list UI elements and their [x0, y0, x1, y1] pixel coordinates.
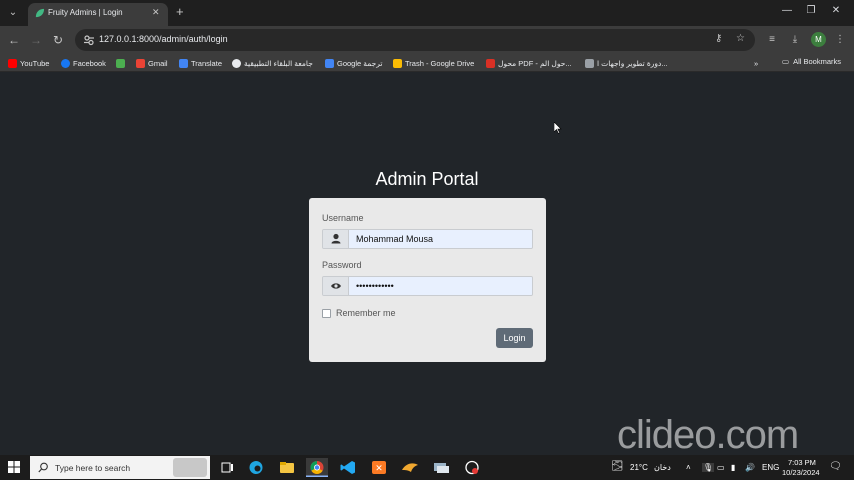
url-text: 127.0.0.1:8000/admin/auth/login — [99, 34, 228, 44]
drive-icon — [393, 58, 402, 68]
search-icon — [38, 462, 48, 473]
bookmark-university[interactable]: جامعة البلقاء التطبيقية — [232, 57, 313, 69]
bookmark-app[interactable] — [116, 57, 125, 69]
bird-app-icon[interactable] — [399, 458, 421, 477]
tab-media-icon[interactable]: ≡ — [765, 33, 779, 47]
volume-icon[interactable]: 🔊 — [745, 463, 755, 472]
user-icon — [323, 230, 349, 248]
weather-icon[interactable]: 🌫 — [611, 461, 624, 472]
gmail-icon — [136, 58, 145, 68]
bookmark-facebook[interactable]: Facebook — [61, 57, 106, 69]
reload-icon[interactable]: ↻ — [50, 32, 66, 48]
minimize-icon[interactable]: — — [779, 5, 795, 16]
battery-icon[interactable]: ▮ — [731, 463, 735, 472]
all-bookmarks[interactable]: ▭ All Bookmarks — [782, 57, 841, 66]
profile-avatar[interactable]: M — [811, 32, 826, 47]
app-icon — [116, 58, 125, 68]
bookmark-translate[interactable]: Translate — [179, 57, 222, 69]
download-icon[interactable]: ⤓ — [788, 33, 802, 47]
bookmark-google-drive[interactable]: Trash - Google Drive — [393, 57, 474, 69]
bookmark-google-translate[interactable]: Google ترجمة — [325, 57, 383, 69]
translate-icon — [325, 58, 334, 68]
search-highlight-icon — [173, 458, 207, 477]
folder-icon: ▭ — [782, 57, 790, 66]
bookmark-course[interactable]: دورة تطوير واجهات ا... — [585, 57, 668, 69]
page-icon — [585, 58, 594, 68]
page-title: Admin Portal — [375, 169, 479, 189]
close-tab-icon[interactable]: ✕ — [152, 7, 160, 18]
username-group — [322, 229, 533, 249]
language-indicator[interactable]: ENG — [762, 463, 779, 472]
tab-title: Fruity Admins | Login — [48, 8, 123, 17]
tab-search-icon[interactable]: ⌄ — [4, 4, 22, 22]
login-card: Username Password Remember me — [309, 198, 546, 362]
watermark: clideo.com — [617, 413, 799, 457]
close-window-icon[interactable]: ✕ — [828, 5, 844, 16]
username-label: Username — [322, 213, 364, 223]
address-bar[interactable]: 127.0.0.1:8000/admin/auth/login ⚷ ☆ — [75, 29, 755, 51]
clock-time[interactable]: 7:03 PM — [788, 458, 816, 467]
password-key-icon[interactable]: ⚷ — [715, 33, 722, 44]
chrome-icon[interactable] — [306, 458, 328, 477]
bookmark-star-icon[interactable]: ☆ — [736, 33, 745, 44]
eye-icon[interactable] — [323, 277, 349, 295]
youtube-icon — [8, 58, 17, 68]
bookmarks-bar: YouTube Facebook Gmail Translate جامعة ا… — [0, 54, 854, 72]
browser-toolbar: ← → ↻ 127.0.0.1:8000/admin/auth/login ⚷ … — [0, 26, 854, 54]
snipping-tool-icon[interactable] — [461, 458, 483, 477]
pdf-icon — [486, 58, 495, 68]
browser-tab[interactable]: Fruity Admins | Login ✕ — [28, 3, 168, 26]
microphone-icon[interactable]: 🎙 — [702, 463, 715, 472]
remember-label: Remember me — [336, 308, 396, 318]
login-button[interactable]: Login — [496, 328, 533, 348]
globe-icon — [232, 58, 241, 68]
more-bookmarks-icon[interactable]: » — [754, 57, 758, 69]
remember-me[interactable]: Remember me — [322, 308, 396, 318]
translate-icon — [179, 58, 188, 68]
weather-desc[interactable]: دخان — [654, 463, 671, 472]
windows-start-icon[interactable] — [8, 461, 20, 473]
search-placeholder: Type here to search — [55, 463, 131, 473]
password-group — [322, 276, 533, 296]
remember-checkbox[interactable] — [322, 308, 331, 318]
vscode-icon[interactable] — [337, 458, 359, 477]
weather-temp[interactable]: 21°C — [630, 463, 648, 472]
restore-icon[interactable]: ❐ — [803, 5, 819, 16]
leaf-icon — [35, 8, 45, 18]
taskbar: Type here to search ✕ 🌫 21°C دخان ˄ 🎙 ▭ … — [0, 455, 854, 480]
edge-icon[interactable] — [245, 458, 267, 477]
page-content: Admin Portal Username Password — [0, 72, 854, 457]
site-info-icon[interactable] — [83, 34, 95, 46]
back-icon[interactable]: ← — [6, 32, 22, 48]
tab-strip: ⌄ Fruity Admins | Login ✕ + — ❐ ✕ — [0, 0, 854, 26]
bookmark-pdf[interactable]: محول PDF - حول الم... — [486, 57, 572, 69]
password-label: Password — [322, 260, 362, 270]
menu-icon[interactable]: ⋮ — [833, 33, 847, 47]
new-tab-icon[interactable]: + — [176, 4, 184, 19]
bookmark-gmail[interactable]: Gmail — [136, 57, 168, 69]
file-explorer-icon[interactable] — [276, 458, 298, 477]
network-app-icon[interactable] — [430, 458, 452, 477]
network-icon[interactable]: ▭ — [717, 463, 725, 472]
taskbar-search[interactable]: Type here to search — [30, 456, 210, 479]
bookmark-youtube[interactable]: YouTube — [8, 57, 49, 69]
username-input[interactable] — [349, 230, 532, 248]
xampp-icon[interactable]: ✕ — [368, 458, 390, 477]
svg-text:✕: ✕ — [375, 464, 383, 474]
forward-icon[interactable]: → — [28, 32, 44, 48]
password-input[interactable] — [349, 277, 532, 295]
facebook-icon — [61, 58, 70, 68]
task-view-icon[interactable] — [216, 458, 238, 477]
notification-icon[interactable]: 🗨 — [829, 461, 842, 472]
chevron-up-icon[interactable]: ˄ — [686, 463, 691, 472]
clock-date[interactable]: 10/23/2024 — [782, 468, 820, 477]
